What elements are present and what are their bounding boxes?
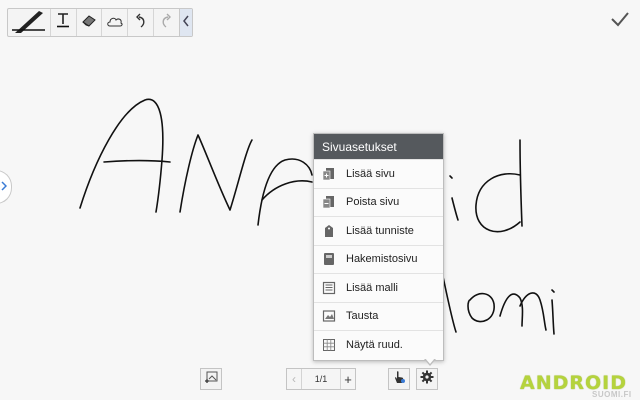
menu-item-background[interactable]: Tausta xyxy=(314,301,443,331)
menu-item-label: Lisää tunniste xyxy=(346,224,414,237)
page-settings-menu: Sivuasetukset Lisää sivu Poista sivu Lis… xyxy=(313,133,444,361)
menu-item-index-page[interactable]: Hakemistosivu xyxy=(314,244,443,274)
menu-item-label: Poista sivu xyxy=(346,196,400,209)
tag-icon xyxy=(322,224,336,238)
delete-page-icon xyxy=(322,195,336,209)
add-page-icon xyxy=(322,167,336,181)
insert-image-button[interactable] xyxy=(200,368,222,390)
chevron-right-icon xyxy=(1,178,8,196)
index-page-icon xyxy=(322,252,336,266)
chevron-left-icon xyxy=(182,14,190,32)
menu-item-delete-page[interactable]: Poista sivu xyxy=(314,187,443,217)
hand-mode-button[interactable] xyxy=(388,368,410,390)
watermark-sub: SUOMI.FI xyxy=(592,390,632,399)
settings-button[interactable] xyxy=(416,368,438,390)
text-tool[interactable] xyxy=(49,9,76,36)
lasso-tool[interactable] xyxy=(101,9,127,36)
grid-icon xyxy=(322,338,336,352)
background-icon xyxy=(322,309,336,323)
collapse-toolbar[interactable] xyxy=(178,9,192,36)
menu-item-add-page[interactable]: Lisää sivu xyxy=(314,159,443,188)
insert-image-icon xyxy=(204,370,218,389)
undo-tool[interactable] xyxy=(127,9,153,36)
eraser-tool[interactable] xyxy=(75,9,102,36)
drawing-toolbar xyxy=(7,8,193,37)
menu-item-label: Lisää malli xyxy=(346,281,398,294)
menu-title: Sivuasetukset xyxy=(314,134,443,159)
prev-page-button[interactable]: ‹ xyxy=(287,369,301,389)
redo-tool[interactable] xyxy=(152,9,179,36)
cloud-selection-icon xyxy=(106,14,124,32)
menu-item-label: Lisää sivu xyxy=(346,167,395,180)
menu-pointer-fill xyxy=(425,358,435,364)
watermark-logo: ANDROID SUOMI.FI xyxy=(520,372,631,399)
menu-item-label: Hakemistosivu xyxy=(346,253,418,266)
done-button[interactable] xyxy=(607,8,633,34)
add-page-button[interactable]: + xyxy=(340,369,355,389)
template-icon xyxy=(322,281,336,295)
page-counter: 1/1 xyxy=(301,369,340,389)
checkmark-icon xyxy=(610,11,630,32)
pen-tool[interactable] xyxy=(8,9,50,36)
page-navigator: ‹ 1/1 + xyxy=(286,368,356,390)
menu-item-add-template[interactable]: Lisää malli xyxy=(314,273,443,302)
gear-icon xyxy=(420,370,434,389)
undo-icon xyxy=(135,12,147,33)
redo-icon xyxy=(160,12,172,33)
text-icon xyxy=(55,12,71,33)
pen-icon xyxy=(9,7,49,39)
menu-item-label: Näytä ruud. xyxy=(346,338,403,351)
eraser-icon xyxy=(81,13,97,32)
menu-item-show-grid[interactable]: Näytä ruud. xyxy=(314,330,443,359)
menu-item-label: Tausta xyxy=(346,310,379,323)
hand-touch-icon xyxy=(392,370,406,389)
menu-item-add-tag[interactable]: Lisää tunniste xyxy=(314,216,443,245)
